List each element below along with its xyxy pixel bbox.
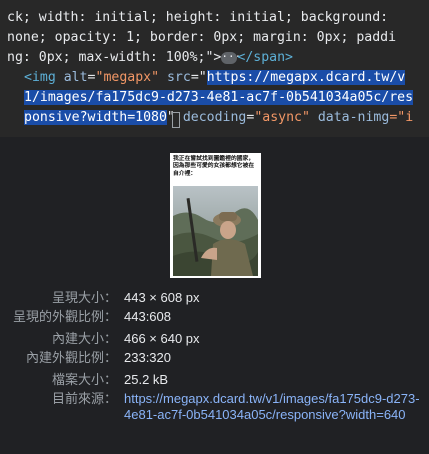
data-nimg-attribute-name: data-nimg	[317, 110, 390, 125]
code-line-style-3[interactable]: ng: 0px; max-width: 100%;">···</span>	[7, 48, 293, 68]
data-nimg-attribute-value: ="i	[389, 110, 414, 125]
current-source-link[interactable]: https://megapx.dcard.tw/v1/images/fa175d…	[124, 391, 424, 423]
soldier-photo-icon	[173, 186, 258, 276]
rendered-size-label: 呈現大小：	[51, 290, 117, 305]
current-source-label: 目前來源：	[51, 391, 117, 406]
src-attribute-name: src	[166, 70, 191, 85]
cursor-caret	[172, 112, 180, 128]
style-text: ck; width: initial; height: initial; bac…	[7, 10, 389, 25]
style-text: none; opacity: 1; border: 0px; margin: 0…	[7, 30, 397, 45]
thumbnail-caption: 我正在嘗試找到圖鑑裡的國家，因為那些可愛的女孩都想它被在自介裡：	[173, 156, 255, 177]
file-size-label: 檔案大小：	[51, 372, 117, 387]
elements-code-panel: ck; width: initial; height: initial; bac…	[0, 0, 429, 137]
src-link-selected[interactable]: ponsive?width=1080	[24, 110, 167, 125]
img-src-line-2[interactable]: 1/images/fa175dc9-d273-4e81-ac7f-0b54103…	[24, 88, 414, 108]
ellipsis-icon[interactable]: ···	[221, 51, 241, 64]
intrinsic-size-value: 466 × 640 px	[124, 331, 200, 346]
img-src-line-3[interactable]: ponsive?width=1080" decoding="async" dat…	[24, 108, 413, 128]
img-open-tag: <img	[24, 70, 56, 85]
intrinsic-size-label: 內建大小：	[51, 331, 117, 346]
decoding-attribute-name: decoding	[182, 110, 247, 125]
img-tag-line[interactable]: <img alt="megapx" src="https://megapx.dc…	[24, 68, 406, 88]
code-line-style-1[interactable]: ck; width: initial; height: initial; bac…	[7, 8, 388, 28]
src-quote: ="	[190, 70, 207, 85]
rendered-ratio-value: 443:608	[124, 309, 171, 324]
src-link-selected[interactable]: https://megapx.dcard.tw/v	[206, 70, 406, 85]
rendered-size-value: 443 × 608 px	[124, 290, 200, 305]
span-close-tag: </span>	[237, 50, 293, 65]
file-size-value: 25.2 kB	[124, 372, 169, 387]
rendered-ratio-label: 呈現的外觀比例：	[12, 309, 117, 324]
code-line-style-2[interactable]: none; opacity: 1; border: 0px; margin: 0…	[7, 28, 396, 48]
image-thumbnail: 我正在嘗試找到圖鑑裡的國家，因為那些可愛的女孩都想它被在自介裡：	[170, 153, 261, 278]
style-text: ng: 0px; max-width: 100%;">	[7, 50, 222, 65]
src-link-selected[interactable]: 1/images/fa175dc9-d273-4e81-ac7f-0b54103…	[24, 90, 414, 105]
decoding-attribute-value: "async"	[254, 110, 310, 125]
alt-attribute-name: alt	[63, 70, 88, 85]
devtools-image-tooltip: ck; width: initial; height: initial; bac…	[0, 0, 429, 454]
intrinsic-ratio-label: 內建外觀比例：	[25, 350, 117, 365]
alt-attribute-value: "megapx"	[95, 70, 160, 85]
intrinsic-ratio-value: 233:320	[124, 350, 171, 365]
